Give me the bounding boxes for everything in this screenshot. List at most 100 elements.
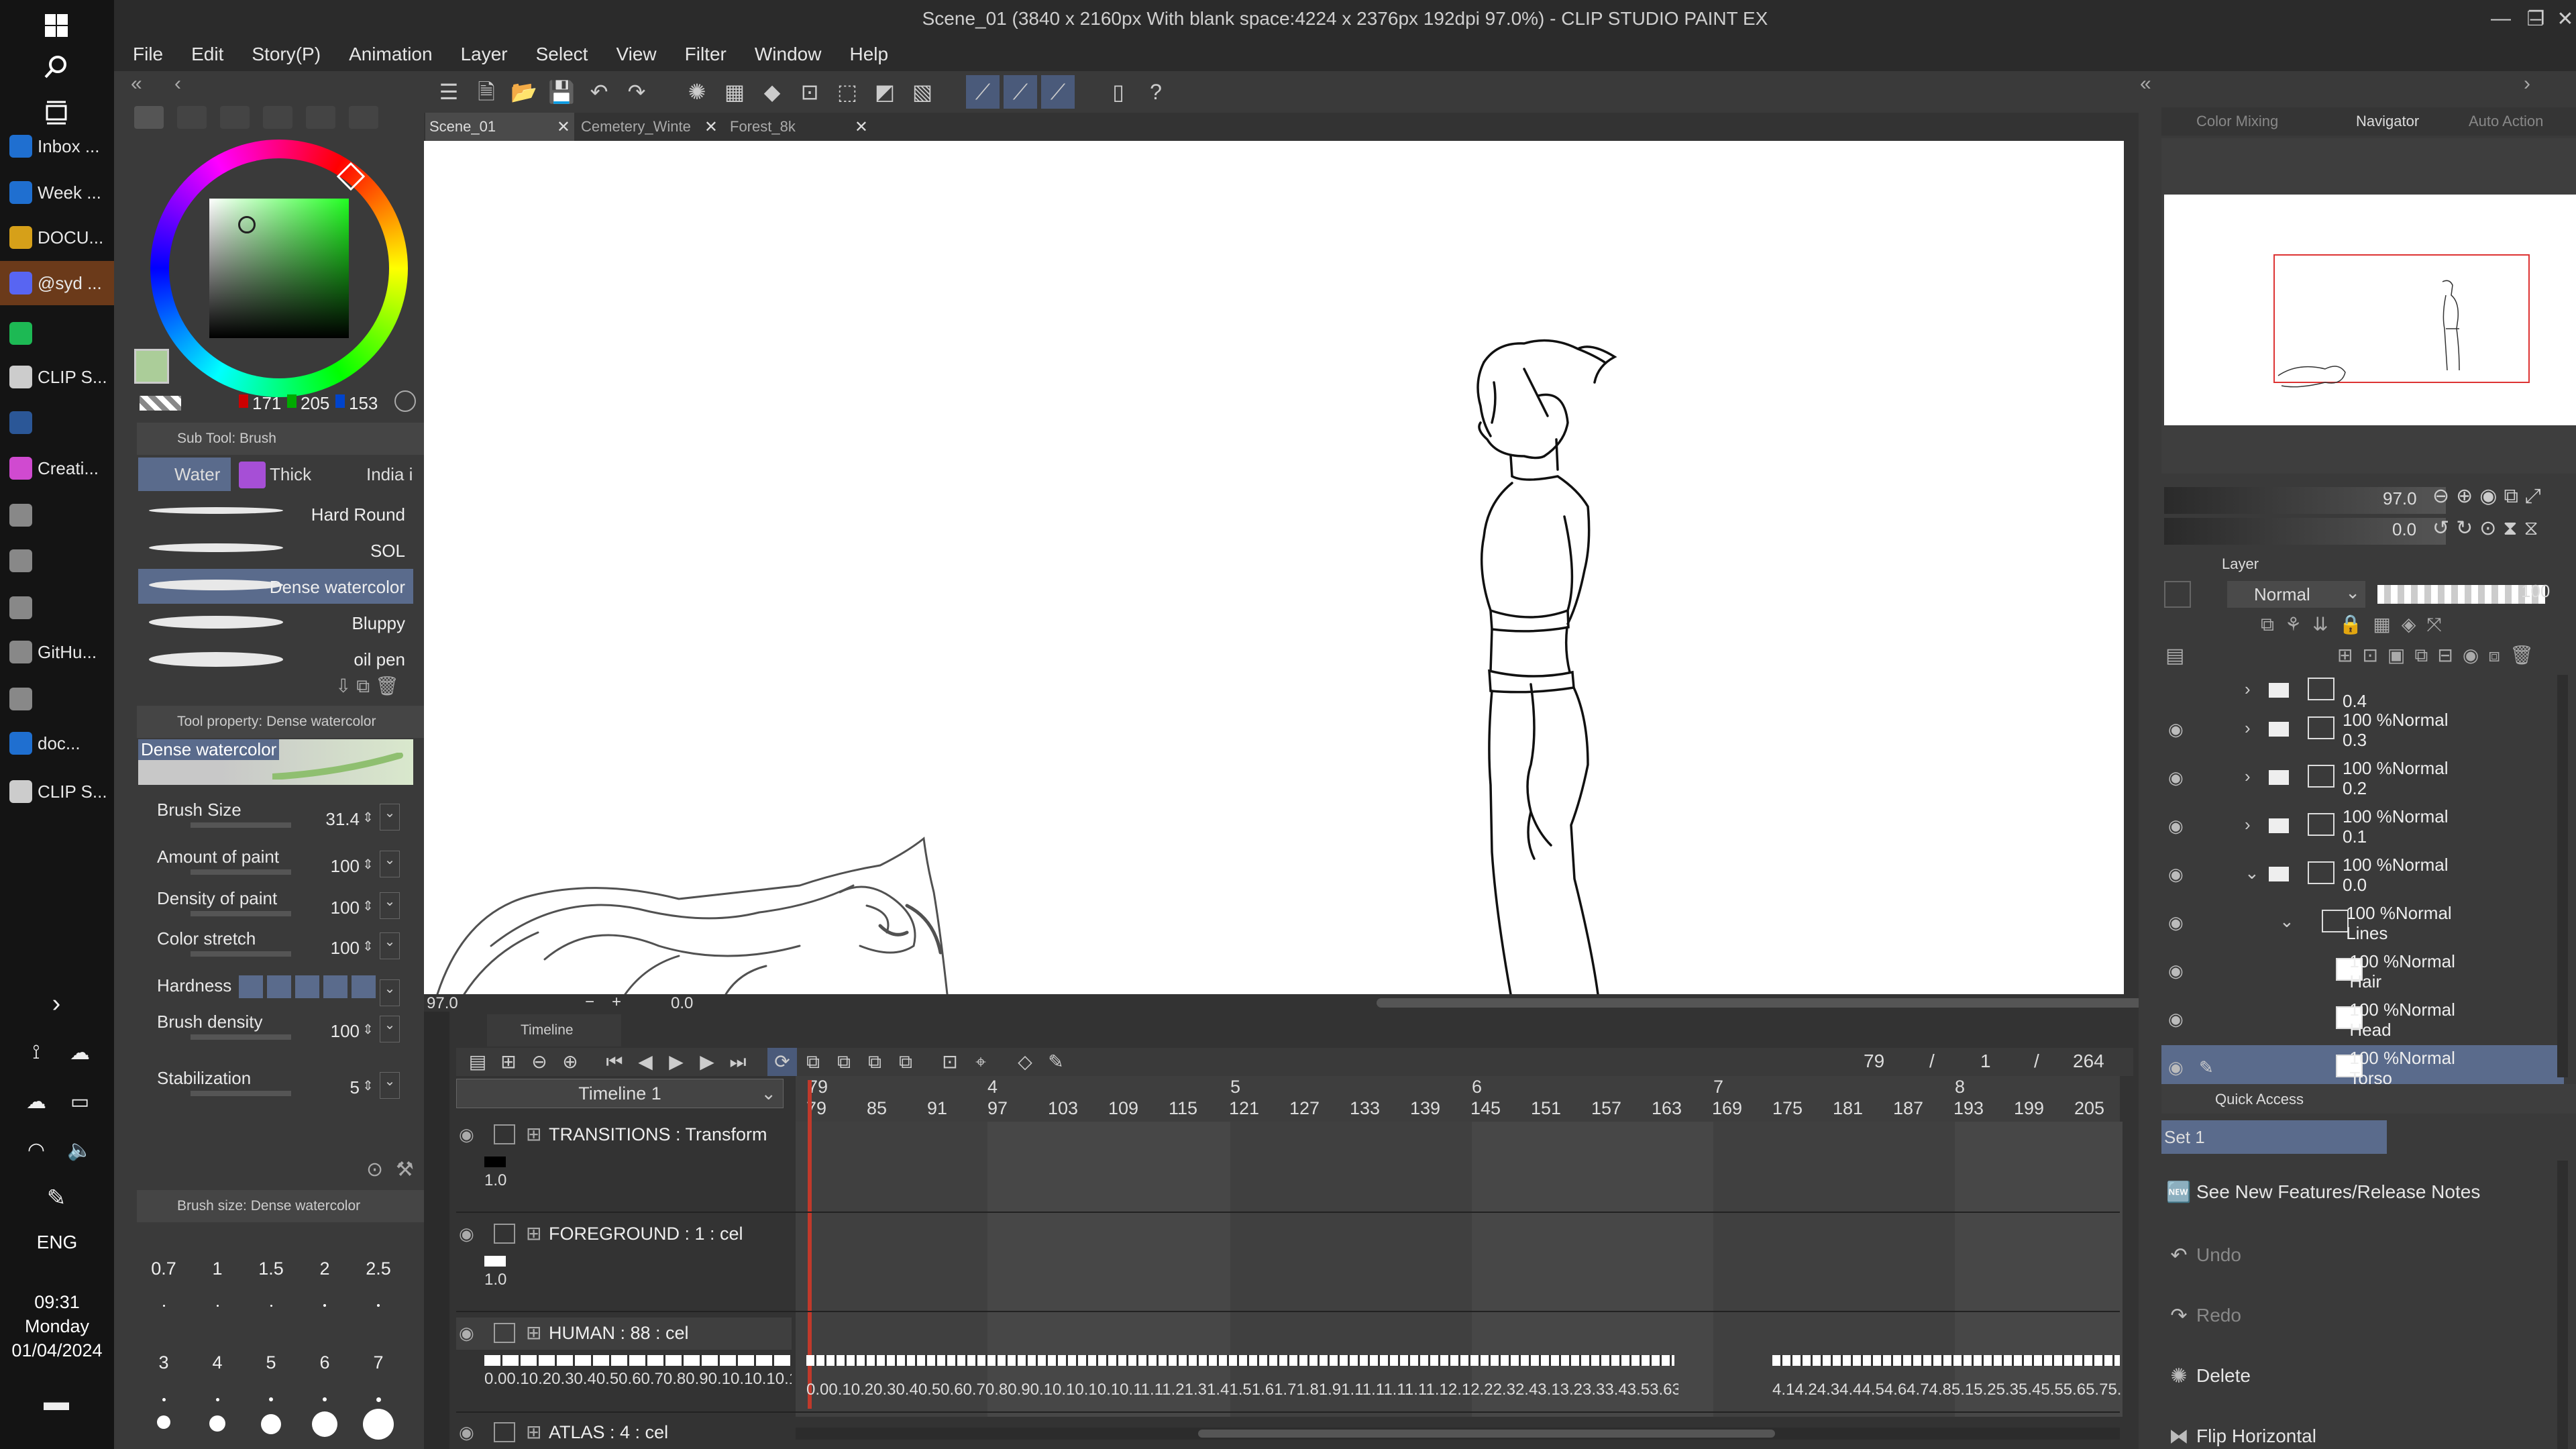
clear-icon[interactable]: ▦ [718, 75, 751, 109]
next-frame-icon[interactable]: ▶ [692, 1048, 722, 1076]
cel3-icon[interactable]: ⧉ [891, 1048, 920, 1076]
loop-icon[interactable]: ⟳ [767, 1048, 797, 1076]
onion-icon[interactable]: ⧉ [798, 1048, 828, 1076]
human-cels-2[interactable] [1772, 1355, 2120, 1366]
brush-size-dot[interactable] [270, 1304, 272, 1307]
canvas-angle-value[interactable]: 0.0 [671, 994, 693, 1013]
track-eye-icon[interactable]: ◉ [459, 1124, 474, 1145]
taskbar-app[interactable] [0, 400, 114, 445]
brush-size-dot[interactable] [363, 1409, 394, 1440]
close-window-button[interactable]: ✕ [2546, 0, 2576, 38]
layer-row[interactable]: ◉ 100 %Normal Head [2161, 997, 2564, 1044]
brush-size-dot[interactable] [209, 1415, 225, 1432]
quickaccess-scrollbar[interactable] [2557, 1161, 2568, 1449]
track-expand-icon[interactable]: ⊞ [526, 1421, 541, 1443]
layer-row[interactable]: ◉ 100 %Normal Hair [2161, 949, 2564, 996]
collapse-left-icon[interactable]: « [131, 72, 142, 95]
doc-tab-forest[interactable]: Forest_8k ✕ [726, 113, 872, 141]
subtool-tab-water[interactable]: Water [138, 458, 231, 491]
brush-size-preset[interactable]: 4 [197, 1352, 237, 1373]
auto-action-tab[interactable]: Auto Action [2469, 113, 2543, 130]
brush-size-preset[interactable]: 1.5 [251, 1258, 291, 1279]
brush-size-preset[interactable]: 0.7 [144, 1258, 184, 1279]
layer-lock-icons[interactable]: ⧉⚘⇊🔒▦◈⤧ [2261, 613, 2576, 640]
blue-value[interactable]: 153 [349, 393, 378, 414]
subtool-tab-india[interactable]: India i [330, 458, 424, 491]
wifi-icon[interactable]: ◠ [20, 1134, 52, 1166]
track-expand-icon[interactable]: ⊞ [526, 1123, 541, 1145]
invert-icon[interactable]: ◩ [868, 75, 902, 109]
close-tab-icon[interactable]: ✕ [855, 117, 868, 137]
spinner-icon[interactable]: ⇕ [362, 809, 374, 826]
navigator-angle-value[interactable]: 0.0 [2392, 519, 2416, 540]
specify-cel-icon[interactable]: ⊡ [935, 1048, 965, 1076]
notifications-icon[interactable]: ▬ [40, 1386, 72, 1418]
help-icon[interactable]: ? [1139, 75, 1173, 109]
taskbar-app[interactable]: doc... [0, 721, 114, 765]
opacity-value[interactable]: 100 [2521, 581, 2550, 602]
chevron-right-icon[interactable]: › [2245, 679, 2251, 700]
taskbar-app[interactable]: DOCU... [0, 215, 114, 260]
brush-size-preset[interactable]: 1 [197, 1258, 237, 1279]
last-frame-icon[interactable]: ⏭ [723, 1048, 753, 1076]
toolprop-value[interactable]: 100 [295, 1021, 360, 1042]
menu-item-5[interactable]: Select [536, 44, 588, 65]
menu-item-9[interactable]: Help [849, 44, 888, 65]
toolprop-option-icon[interactable]: ⌄ [380, 851, 400, 877]
menu-item-3[interactable]: Animation [349, 44, 433, 65]
new-icon[interactable]: 🗎 [470, 75, 503, 109]
quickaccess-item[interactable]: ↷ Redo [2161, 1299, 2551, 1332]
download-icon[interactable]: ⇩ [335, 676, 356, 696]
eye-icon[interactable]: ◉ [2168, 1057, 2184, 1078]
brush-size-dot[interactable] [312, 1411, 337, 1437]
expand-right-icon[interactable]: › [2524, 72, 2530, 95]
eye-icon[interactable]: ◉ [2168, 961, 2184, 981]
transparent-swatch[interactable] [140, 396, 181, 411]
toolprop-slider[interactable] [191, 911, 291, 916]
edit-icon[interactable]: ✎ [1041, 1048, 1071, 1076]
doc-tab-cemetery[interactable]: Cemetery_Winte ✕ [577, 113, 722, 141]
brush-size-dot[interactable] [323, 1397, 327, 1401]
toolprop-option-icon[interactable]: ⌄ [380, 804, 400, 830]
quickaccess-item[interactable]: ↶ Undo [2161, 1238, 2551, 1272]
collapse-arrow-icon[interactable]: ‹ [174, 72, 181, 95]
loading-icon[interactable]: ✺ [680, 75, 714, 109]
volume-muted-icon[interactable]: 🔈 [64, 1134, 96, 1166]
taskbar-app[interactable]: Creati... [0, 446, 114, 490]
brush-preset-item[interactable]: Bluppy [138, 605, 413, 640]
menu-item-6[interactable]: View [616, 44, 656, 65]
spinner-icon[interactable]: ⇕ [362, 938, 374, 955]
chevron-right-icon[interactable]: › [2245, 814, 2251, 835]
toolprop-slider[interactable] [191, 1034, 291, 1040]
toolprop-value[interactable]: 100 [295, 856, 360, 877]
cel-icon[interactable]: ⧉ [829, 1048, 859, 1076]
color-slider-tab[interactable] [177, 106, 207, 129]
spinner-icon[interactable]: ⇕ [362, 1021, 374, 1038]
brush-size-dot[interactable] [162, 1397, 166, 1401]
zoom-out-icon[interactable]: − [585, 993, 594, 1012]
track-name[interactable]: FOREGROUND : 1 : cel [549, 1224, 743, 1244]
track-name[interactable]: ATLAS : 4 : cel [549, 1422, 668, 1443]
opacity-slider[interactable] [2377, 585, 2545, 604]
taskbar-app[interactable]: GitHu... [0, 630, 114, 674]
transition-cel[interactable] [484, 1157, 506, 1167]
layer-row[interactable]: ◉ ⌄ 100 %Normal Lines [2161, 900, 2564, 947]
menu-item-2[interactable]: Story(P) [252, 44, 321, 65]
eye-icon[interactable]: ◉ [2168, 864, 2184, 885]
toolprop-option-icon[interactable]: ⌄ [380, 1016, 400, 1042]
taskbar-app[interactable]: CLIP S... [0, 769, 114, 814]
eye-icon[interactable]: ◉ [2168, 767, 2184, 788]
toolprop-option-icon[interactable]: ⌄ [380, 979, 400, 1006]
color-wheel-tab[interactable] [134, 106, 164, 129]
select-icon[interactable]: ⬚ [830, 75, 864, 109]
color-set-tab[interactable] [220, 106, 250, 129]
total-frames[interactable]: 264 [2073, 1051, 2104, 1072]
canvas-zoom-value[interactable]: 97.0 [427, 994, 458, 1013]
minimize-button-2[interactable]: — [2482, 0, 2520, 38]
track-expand-icon[interactable]: ⊞ [526, 1222, 541, 1244]
chevron-down-icon[interactable]: ⌄ [2245, 863, 2259, 883]
brush-size-dot[interactable] [323, 1304, 326, 1307]
tray-icon[interactable]: ⟟ [20, 1036, 52, 1069]
color-mixing-tab[interactable]: Color Mixing [2196, 113, 2278, 130]
page-number[interactable]: 1 [1980, 1051, 1991, 1072]
